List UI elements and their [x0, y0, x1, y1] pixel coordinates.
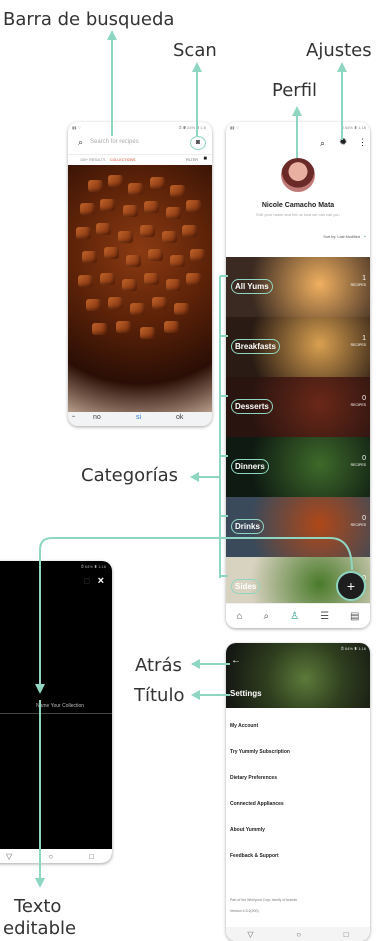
connector-add-collection: [39, 537, 353, 690]
annotation-connectors: [35, 30, 353, 888]
